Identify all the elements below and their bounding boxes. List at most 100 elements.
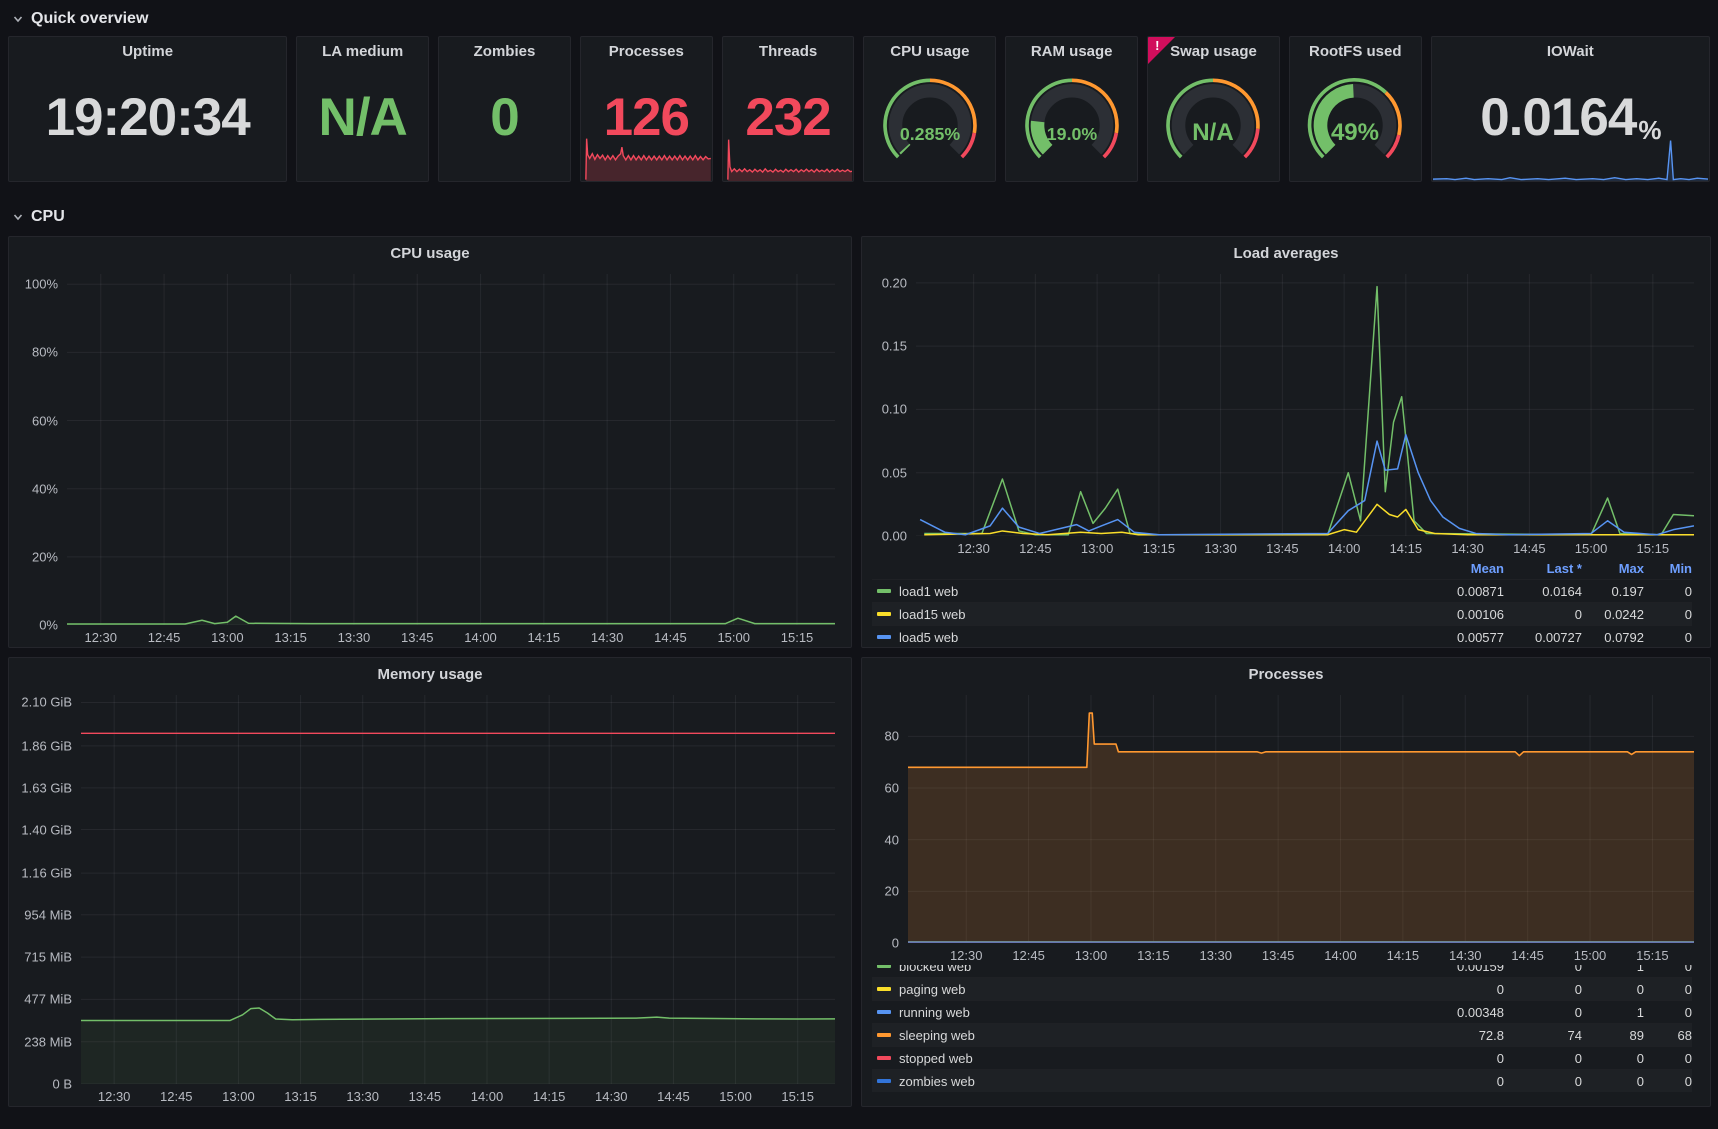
legend-value: 0 [1636,981,1644,997]
legend-series-label[interactable]: running web [899,1005,1416,1020]
x-tick-label: 15:00 [719,1089,752,1104]
legend-value: 0.00727 [1535,629,1582,645]
legend-row: load15 web 0.00106 0 0.0242 0 [872,602,1692,625]
legend-value: 0.0242 [1604,606,1644,622]
section-quick-overview[interactable]: Quick overview [0,0,1718,34]
panel-threads-stat: Threads 232 [721,36,855,182]
legend-series-label[interactable]: load1 web [899,584,1416,599]
svg-text:19.0%: 19.0% [1046,124,1097,144]
legend-value: 0 [1684,1004,1692,1020]
panel-title[interactable]: RootFS used [1290,37,1421,60]
x-tick-label: 13:00 [211,630,244,645]
series-swatch-icon [877,1079,891,1083]
legend-value: 0 [1684,583,1692,599]
alert-corner-icon[interactable] [1148,37,1176,64]
y-axis: 0% 20% 40% 60% 80% 100% [15,274,67,633]
panel-title[interactable]: Load averages [862,237,1710,272]
x-tick-label: 13:15 [1142,541,1176,556]
legend-value: 0 [1684,606,1692,622]
series-swatch-icon [877,987,891,991]
panel-title[interactable]: Memory usage [9,658,851,693]
legend-sort-last[interactable]: Last * [1504,561,1582,576]
x-tick-label: 12:30 [97,1089,131,1104]
y-tick-label: 238 MiB [24,1034,72,1050]
legend-value: 0.00348 [1457,1004,1504,1020]
legend-series-label[interactable]: stopped web [899,1051,1416,1066]
section-cpu[interactable]: CPU [0,182,1718,232]
x-axis: 12:30 12:45 13:00 13:15 13:30 13:45 14:00 14:15… [81,1084,835,1106]
legend-sort-min[interactable]: Min [1644,561,1692,576]
x-tick-label: 12:30 [957,541,990,556]
panel-swap-gauge: ! Swap usage N/A [1147,36,1280,182]
y-tick-label: 0.00 [881,528,907,544]
legend-value: 0 [1684,1073,1692,1089]
legend-series-label[interactable]: load5 web [899,630,1416,645]
legend-value: 74 [1567,1027,1582,1043]
x-axis: 12:30 12:45 13:00 13:15 13:30 13:45 14:00 14:15… [67,625,835,647]
series-swatch-icon [877,965,891,968]
x-tick-label: 14:45 [1511,948,1544,963]
panel-title[interactable]: IOWait [1432,37,1709,60]
y-tick-label: 2.10 GiB [21,694,72,710]
panel-title[interactable]: RAM usage [1006,37,1137,60]
y-tick-label: 715 MiB [24,949,72,965]
panel-ram-gauge: RAM usage 19.0% [1005,36,1139,182]
legend-sort-mean[interactable]: Mean [1416,561,1504,576]
x-tick-label: 12:30 [949,948,983,963]
legend-series-label[interactable]: sleeping web [899,1028,1416,1043]
panel-title[interactable]: CPU usage [9,237,851,272]
panel-memory-usage-chart: Memory usage 0 B 238 MiB 477 MiB 715 MiB 954… [8,657,852,1107]
panel-title[interactable]: Processes [581,37,712,60]
section-title: CPU [31,208,65,225]
x-tick-label: 13:30 [1204,541,1237,556]
x-tick-label: 12:45 [160,1089,193,1104]
panel-rootfs-gauge: RootFS used 49% [1288,36,1422,182]
plot-area[interactable] [916,274,1694,536]
x-tick-label: 14:30 [590,630,624,645]
plot-area[interactable] [67,274,835,625]
legend-value: 0.197 [1611,583,1644,599]
legend-series-label[interactable]: blocked web [899,965,1416,974]
series-swatch-icon [877,1033,891,1037]
y-axis: 0.00 0.05 0.10 0.15 0.20 [868,274,916,543]
panel-title[interactable]: CPU usage [864,37,995,60]
series-swatch-icon [877,1010,891,1014]
legend-series-label[interactable]: load15 web [899,607,1416,622]
plot-area[interactable] [908,695,1694,943]
legend-value: 0 [1574,1004,1582,1020]
plot-area[interactable] [81,695,835,1084]
legend-value: 0 [1574,965,1582,974]
series-swatch-icon [877,1056,891,1060]
legend-series-label[interactable]: zombies web [899,1074,1416,1089]
legend-sort-max[interactable]: Max [1582,561,1644,576]
processes-legend: blocked web 0.00159 0 1 0 paging web 0 0 0 0 runni… [862,965,1710,1092]
panel-title[interactable]: Threads [723,37,854,60]
legend-row: running web 0.00348 0 1 0 [872,1000,1692,1023]
chevron-down-icon [13,214,23,221]
x-tick-label: 14:15 [1386,948,1420,963]
x-tick-label: 14:30 [1451,541,1484,556]
panel-title[interactable]: Zombies [439,37,570,60]
load-averages-chart: 0.00 0.05 0.10 0.15 0.20 12:30 12:45 13:00 13:1… [862,272,1710,558]
alert-exclamation-icon: ! [1155,38,1160,53]
panel-title[interactable]: Processes [862,658,1710,693]
x-tick-label: 14:00 [1324,948,1357,963]
x-tick-label: 13:00 [1080,541,1114,556]
y-axis: 0 20 40 60 80 [868,695,908,951]
legend-value: 0 [1574,1050,1582,1066]
legend-row: load5 web 0.00577 0.00727 0.0792 0 [872,625,1692,647]
legend-row: sleeping web 72.8 74 89 68 [872,1023,1692,1046]
panel-processes-chart: Processes 0 20 40 60 80 12:30 12:45 13:00 13:15… [861,657,1711,1107]
legend-series-label[interactable]: paging web [899,982,1416,997]
panel-title[interactable]: Uptime [9,37,286,60]
y-tick-label: 80 [884,728,899,744]
x-tick-label: 14:30 [595,1089,628,1104]
x-tick-label: 14:00 [470,1089,504,1104]
x-axis: 12:30 12:45 13:00 13:15 13:30 13:45 14:00 14:15… [916,536,1694,558]
legend-value: 72.8 [1478,1027,1504,1043]
panel-title[interactable]: LA medium [297,37,428,60]
legend-row: paging web 0 0 0 0 [872,977,1692,1000]
x-tick-label: 14:00 [464,630,497,645]
load-averages-legend: Mean Last * Max Min load1 web 0.00871 0.0164 0.… [862,558,1710,647]
x-tick-label: 14:15 [1389,541,1423,556]
